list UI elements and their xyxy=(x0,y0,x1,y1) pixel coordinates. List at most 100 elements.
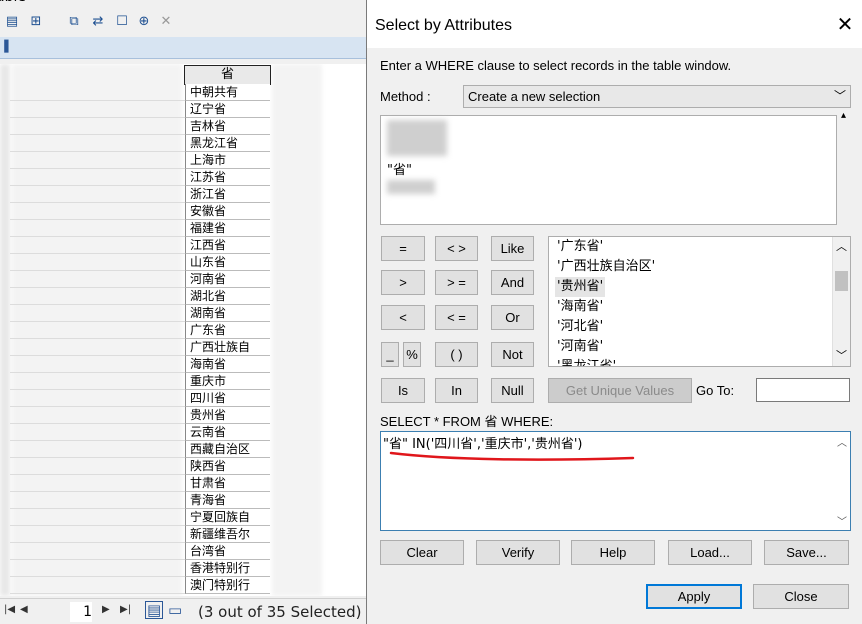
load-button[interactable]: Load... xyxy=(668,540,752,565)
operator-button-not[interactable]: Not xyxy=(491,342,534,367)
operator-button-or[interactable]: Or xyxy=(491,305,534,330)
table-cell-sheng[interactable]: 福建省 xyxy=(185,220,270,237)
table-cell-sheng[interactable]: 贵州省 xyxy=(185,407,270,424)
where-clause-textarea[interactable]: "省" IN('四川省','重庆市','贵州省') ︿ ﹀ xyxy=(380,431,851,531)
clear-selection-icon[interactable]: ☐ xyxy=(114,14,130,30)
operator-button-less-equal[interactable]: < = xyxy=(435,305,478,330)
unique-value-item[interactable]: '河南省' xyxy=(555,337,605,357)
table-grid[interactable]: 省 中朝共有 辽宁省 吉林省 黑龙江省 上海市 江苏省 浙江省 安徽省 福建省 江西省 山东省 河南省… xyxy=(0,64,366,596)
column-header-sheng[interactable]: 省 xyxy=(184,65,271,85)
table-cell-sheng[interactable]: 香港特别行 xyxy=(185,560,270,577)
unique-value-item[interactable]: '海南省' xyxy=(555,297,605,317)
unique-value-item[interactable]: '广东省' xyxy=(555,237,605,257)
attribute-table-window: able ▤ ⊞ ⧉ ⇄ ☐ ⊕ ✕ ▐ 省 中朝共有辽宁省吉林省黑龙江省上海市… xyxy=(0,0,366,624)
table-cell-sheng[interactable]: 吉林省 xyxy=(185,118,270,135)
unique-value-item[interactable]: '河北省' xyxy=(555,317,605,337)
show-selected-records-icon[interactable]: ▭ xyxy=(168,601,182,619)
operator-button-underscore[interactable]: _ xyxy=(381,342,399,367)
table-cell-sheng[interactable]: 江苏省 xyxy=(185,169,270,186)
dialog-titlebar: Select by Attributes ✕ xyxy=(367,0,862,48)
unique-value-item[interactable]: '贵州省' xyxy=(555,277,606,297)
table-cell-sheng[interactable]: 四川省 xyxy=(185,390,270,407)
operator-button-like[interactable]: Like xyxy=(491,236,534,261)
table-cell-sheng[interactable]: 广西壮族自 xyxy=(185,339,270,356)
hidden-columns xyxy=(12,64,182,596)
select-from-prefix: SELECT * FROM 省 WHERE: xyxy=(380,414,554,429)
help-button[interactable]: Help xyxy=(571,540,655,565)
get-unique-values-button[interactable]: Get Unique Values xyxy=(548,378,692,403)
verify-button[interactable]: Verify xyxy=(476,540,560,565)
fields-list[interactable]: "省" xyxy=(380,115,837,225)
table-cell-sheng[interactable]: 安徽省 xyxy=(185,203,270,220)
goto-input[interactable] xyxy=(756,378,850,402)
table-cell-sheng[interactable]: 西藏自治区 xyxy=(185,441,270,458)
field-item-sheng[interactable]: "省" xyxy=(387,159,412,178)
operator-button-null[interactable]: Null xyxy=(491,378,534,403)
next-record-icon[interactable]: ▶ xyxy=(102,604,110,615)
chevron-up-icon[interactable]: ︿ xyxy=(837,434,847,449)
first-record-icon[interactable]: |◀ xyxy=(4,604,15,615)
table-cell-sheng[interactable]: 陕西省 xyxy=(185,458,270,475)
unique-value-item[interactable]: '黑龙江省' xyxy=(555,357,618,366)
table-cell-sheng[interactable]: 重庆市 xyxy=(185,373,270,390)
table-cell-sheng[interactable]: 湖北省 xyxy=(185,288,270,305)
table-cell-sheng[interactable]: 山东省 xyxy=(185,254,270,271)
table-cell-sheng[interactable]: 青海省 xyxy=(185,492,270,509)
operator-button-not-equals[interactable]: < > xyxy=(435,236,478,261)
zoom-to-selected-icon[interactable]: ⊕ xyxy=(136,14,152,30)
table-cell-sheng[interactable]: 云南省 xyxy=(185,424,270,441)
table-cell-sheng[interactable]: 中朝共有 xyxy=(185,84,270,101)
table-cell-sheng[interactable]: 湖南省 xyxy=(185,305,270,322)
fields-scroll-indicator: ▴ xyxy=(841,110,847,121)
table-window-title: able xyxy=(0,0,26,5)
apply-button[interactable]: Apply xyxy=(646,584,742,609)
save-button[interactable]: Save... xyxy=(764,540,849,565)
operator-button-percent[interactable]: % xyxy=(403,342,421,367)
table-cell-sheng[interactable]: 澳门特别行 xyxy=(185,577,270,594)
table-cell-sheng[interactable]: 浙江省 xyxy=(185,186,270,203)
operator-button-is[interactable]: Is xyxy=(381,378,425,403)
values-scrollbar[interactable]: ︿ ﹀ xyxy=(832,237,850,366)
table-cell-sheng[interactable]: 台湾省 xyxy=(185,543,270,560)
clear-button[interactable]: Clear xyxy=(380,540,464,565)
table-cell-sheng[interactable]: 黑龙江省 xyxy=(185,135,270,152)
related-tables-icon[interactable]: ⊞ xyxy=(28,14,44,30)
red-annotation-underline xyxy=(389,451,635,461)
table-cell-sheng[interactable]: 海南省 xyxy=(185,356,270,373)
row-selector-column[interactable] xyxy=(0,64,10,596)
table-cell-sheng[interactable]: 新疆维吾尔 xyxy=(185,526,270,543)
close-button[interactable]: Close xyxy=(753,584,849,609)
table-cell-sheng[interactable]: 上海市 xyxy=(185,152,270,169)
table-cell-sheng[interactable]: 宁夏回族自 xyxy=(185,509,270,526)
operator-button-and[interactable]: And xyxy=(491,270,534,295)
chevron-up-icon[interactable]: ︿ xyxy=(836,238,847,254)
unique-values-list[interactable]: '广东省' '广西壮族自治区' '贵州省' '海南省' '河北省' '河南省' '黑龙江省'… xyxy=(548,236,851,367)
table-cell-sheng[interactable]: 河南省 xyxy=(185,271,270,288)
scroll-thumb[interactable] xyxy=(835,271,848,291)
operator-button-in[interactable]: In xyxy=(435,378,478,403)
operator-button-less-than[interactable]: < xyxy=(381,305,425,330)
method-dropdown[interactable]: Create a new selection ﹀ xyxy=(463,85,851,108)
last-record-icon[interactable]: ▶| xyxy=(120,604,131,615)
delete-selected-icon[interactable]: ✕ xyxy=(158,14,174,30)
table-cell-sheng[interactable]: 江西省 xyxy=(185,237,270,254)
previous-record-icon[interactable]: ◀ xyxy=(20,604,28,615)
select-by-attributes-icon[interactable]: ⧉ xyxy=(66,14,82,30)
operator-button-equals[interactable]: = xyxy=(381,236,425,261)
table-options-icon[interactable]: ▤ xyxy=(4,14,20,30)
close-icon[interactable]: ✕ xyxy=(833,12,857,36)
current-record-number[interactable]: 1 xyxy=(70,602,92,622)
operator-button-parentheses[interactable]: ( ) xyxy=(435,342,478,367)
table-cell-sheng[interactable]: 甘肃省 xyxy=(185,475,270,492)
chevron-down-icon[interactable]: ﹀ xyxy=(836,347,847,363)
table-cell-sheng[interactable]: 辽宁省 xyxy=(185,101,270,118)
operator-button-greater-than[interactable]: > xyxy=(381,270,425,295)
unique-value-item[interactable]: '广西壮族自治区' xyxy=(555,257,657,277)
show-all-records-icon[interactable]: ▤ xyxy=(145,601,164,619)
table-cell-sheng[interactable]: 广东省 xyxy=(185,322,270,339)
chevron-down-icon[interactable]: ﹀ xyxy=(837,513,847,528)
table-tab-icon[interactable]: ▐ xyxy=(0,40,8,53)
operator-button-greater-equal[interactable]: > = xyxy=(435,270,478,295)
blurred-field xyxy=(387,120,447,156)
switch-selection-icon[interactable]: ⇄ xyxy=(90,14,106,30)
